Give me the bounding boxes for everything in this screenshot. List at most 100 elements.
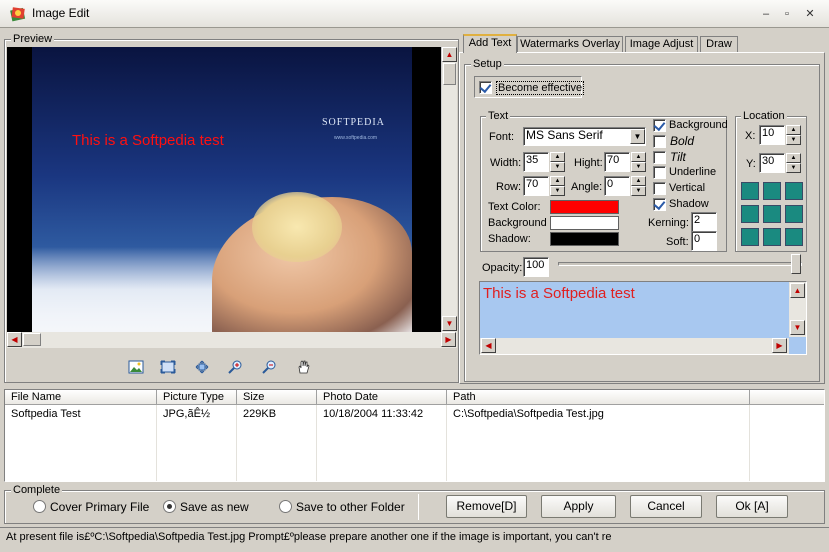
location-top-center[interactable] bbox=[763, 182, 781, 200]
hscroll-thumb[interactable] bbox=[23, 333, 41, 346]
vertical-checkbox[interactable] bbox=[653, 182, 666, 195]
angle-input[interactable]: 0 bbox=[604, 176, 630, 196]
width-input[interactable]: 35 bbox=[523, 152, 549, 172]
text-editor-vscroll[interactable]: ▲ ▼ bbox=[789, 282, 806, 337]
spin-up-icon[interactable]: ▲ bbox=[786, 153, 801, 163]
underline-checkbox[interactable] bbox=[653, 166, 666, 179]
become-effective-checkbox[interactable] bbox=[479, 81, 492, 94]
soft-input[interactable]: 0 bbox=[691, 231, 717, 251]
scroll-right-button[interactable]: ▶ bbox=[772, 338, 787, 353]
kerning-input[interactable]: 2 bbox=[691, 212, 717, 232]
shadow-color-label: Shadow: bbox=[488, 233, 531, 245]
y-input[interactable]: 30 bbox=[759, 153, 785, 173]
row-input[interactable]: 70 bbox=[523, 176, 549, 196]
spin-up-icon[interactable]: ▲ bbox=[550, 152, 565, 162]
remove-button[interactable]: Remove[D] bbox=[446, 495, 527, 518]
cell-size: 229KB bbox=[243, 408, 277, 420]
tilt-option-label: Tilt bbox=[670, 150, 686, 164]
spin-down-icon[interactable]: ▼ bbox=[786, 135, 801, 145]
width-spinner[interactable]: ▲ ▼ bbox=[550, 152, 565, 173]
scroll-left-button[interactable]: ◀ bbox=[481, 338, 496, 353]
picture-icon[interactable] bbox=[128, 360, 144, 374]
table-row[interactable]: Softpedia Test JPG,ãÊ½ 229KB 10/18/2004 … bbox=[5, 406, 824, 422]
tab-image-adjust[interactable]: Image Adjust bbox=[625, 36, 698, 52]
fit-icon[interactable] bbox=[160, 360, 176, 374]
shadow-checkbox[interactable] bbox=[653, 198, 666, 211]
x-input[interactable]: 10 bbox=[759, 125, 785, 145]
location-middle-right[interactable] bbox=[785, 205, 803, 223]
spin-up-icon[interactable]: ▲ bbox=[786, 125, 801, 135]
hight-input[interactable]: 70 bbox=[604, 152, 630, 172]
text-color-swatch[interactable] bbox=[550, 200, 619, 214]
scroll-down-button[interactable]: ▼ bbox=[790, 320, 805, 335]
col-size[interactable]: Size bbox=[237, 390, 317, 405]
spin-down-icon[interactable]: ▼ bbox=[631, 162, 646, 172]
scroll-right-button[interactable]: ▶ bbox=[441, 332, 456, 347]
preview-vscroll[interactable]: ▲ ▼ bbox=[441, 47, 457, 332]
location-bottom-center[interactable] bbox=[763, 228, 781, 246]
spin-down-icon[interactable]: ▼ bbox=[550, 186, 565, 196]
hand-icon[interactable] bbox=[296, 360, 312, 374]
y-spinner[interactable]: ▲ ▼ bbox=[786, 153, 801, 174]
spin-down-icon[interactable]: ▼ bbox=[786, 163, 801, 173]
col-path[interactable]: Path bbox=[447, 390, 750, 405]
tab-add-text[interactable]: Add Text bbox=[463, 34, 517, 53]
save-as-new-radio[interactable] bbox=[163, 500, 176, 513]
scroll-left-button[interactable]: ◀ bbox=[7, 332, 22, 347]
row-spinner[interactable]: ▲ ▼ bbox=[550, 176, 565, 197]
scroll-up-button[interactable]: ▲ bbox=[442, 47, 457, 62]
complete-label: Complete bbox=[11, 484, 63, 496]
opacity-slider-thumb[interactable] bbox=[791, 254, 801, 274]
spin-down-icon[interactable]: ▼ bbox=[631, 186, 646, 196]
vscroll-thumb[interactable] bbox=[443, 63, 456, 85]
location-top-left[interactable] bbox=[741, 182, 759, 200]
col-photo-date[interactable]: Photo Date bbox=[317, 390, 447, 405]
background-checkbox[interactable] bbox=[653, 119, 666, 132]
cancel-button[interactable]: Cancel bbox=[630, 495, 702, 518]
preview-canvas[interactable]: SOFTPEDIA www.softpedia.com This is a So… bbox=[7, 47, 441, 332]
shadow-color-swatch[interactable] bbox=[550, 232, 619, 246]
location-bottom-left[interactable] bbox=[741, 228, 759, 246]
preview-hscroll[interactable]: ◀ ▶ bbox=[7, 332, 457, 348]
cover-primary-radio[interactable] bbox=[33, 500, 46, 513]
cell-path: C:\Softpedia\Softpedia Test.jpg bbox=[453, 408, 604, 420]
location-bottom-right[interactable] bbox=[785, 228, 803, 246]
actual-size-icon[interactable] bbox=[194, 360, 210, 374]
close-button[interactable]: ✕ bbox=[802, 6, 818, 22]
x-spinner[interactable]: ▲ ▼ bbox=[786, 125, 801, 146]
text-group-label: Text bbox=[486, 110, 511, 122]
hight-spinner[interactable]: ▲ ▼ bbox=[631, 152, 646, 173]
zoom-in-icon[interactable] bbox=[228, 360, 244, 374]
bold-option-label: Bold bbox=[670, 134, 695, 148]
opacity-slider-track[interactable] bbox=[558, 262, 802, 266]
minimize-button[interactable]: – bbox=[758, 6, 774, 22]
save-other-folder-radio[interactable] bbox=[279, 500, 292, 513]
background-color-swatch[interactable] bbox=[550, 216, 619, 230]
scroll-down-button[interactable]: ▼ bbox=[442, 316, 457, 331]
opacity-input[interactable]: 100 bbox=[523, 257, 549, 277]
location-middle-center[interactable] bbox=[763, 205, 781, 223]
spin-down-icon[interactable]: ▼ bbox=[550, 162, 565, 172]
spin-up-icon[interactable]: ▲ bbox=[631, 176, 646, 186]
tilt-checkbox[interactable] bbox=[653, 151, 666, 164]
location-top-right[interactable] bbox=[785, 182, 803, 200]
tab-draw[interactable]: Draw bbox=[700, 36, 738, 52]
zoom-out-icon[interactable] bbox=[262, 360, 278, 374]
font-select[interactable]: MS Sans Serif bbox=[523, 127, 646, 146]
ok-button[interactable]: Ok [A] bbox=[716, 495, 788, 518]
cell-file-name: Softpedia Test bbox=[11, 408, 81, 420]
location-middle-left[interactable] bbox=[741, 205, 759, 223]
spin-up-icon[interactable]: ▲ bbox=[631, 152, 646, 162]
spin-up-icon[interactable]: ▲ bbox=[550, 176, 565, 186]
col-file-name[interactable]: File Name bbox=[5, 390, 157, 405]
apply-button[interactable]: Apply bbox=[541, 495, 616, 518]
tab-watermarks-overlay[interactable]: Watermarks Overlay bbox=[517, 36, 623, 52]
font-dropdown-arrow[interactable]: ▼ bbox=[630, 129, 645, 144]
maximize-button[interactable]: ▫ bbox=[779, 6, 795, 22]
text-editor[interactable]: This is a Softpedia test ▲ ▼ ◀ ▶ bbox=[479, 281, 807, 355]
bold-checkbox[interactable] bbox=[653, 135, 666, 148]
col-picture-type[interactable]: Picture Type bbox=[157, 390, 237, 405]
text-editor-hscroll[interactable]: ◀ ▶ bbox=[480, 338, 789, 354]
angle-spinner[interactable]: ▲ ▼ bbox=[631, 176, 646, 197]
scroll-up-button[interactable]: ▲ bbox=[790, 283, 805, 298]
